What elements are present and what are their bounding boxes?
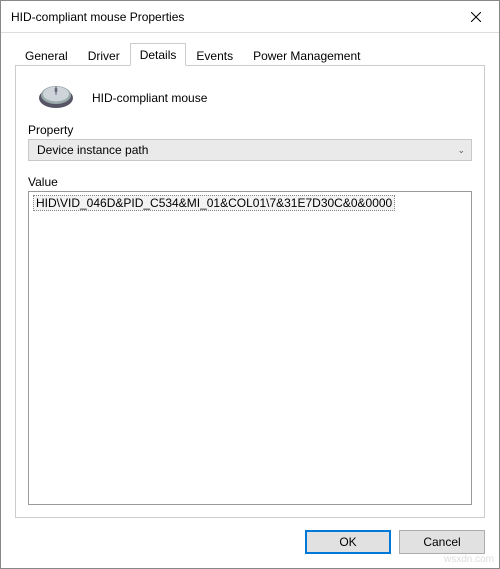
- cancel-button[interactable]: Cancel: [399, 530, 485, 554]
- property-label: Property: [28, 123, 472, 137]
- tab-details[interactable]: Details: [130, 43, 187, 66]
- titlebar: HID-compliant mouse Properties: [1, 1, 499, 33]
- device-header: HID-compliant mouse: [28, 80, 472, 123]
- tab-general[interactable]: General: [15, 45, 78, 66]
- value-label: Value: [28, 175, 472, 189]
- property-selected: Device instance path: [37, 143, 148, 157]
- value-listbox[interactable]: HID\VID_046D&PID_C534&MI_01&COL01\7&31E7…: [28, 191, 472, 505]
- window-title: HID-compliant mouse Properties: [1, 10, 184, 24]
- dialog-buttons: OK Cancel: [1, 518, 499, 568]
- ok-button[interactable]: OK: [305, 530, 391, 554]
- properties-window: HID-compliant mouse Properties General D…: [0, 0, 500, 569]
- content-area: General Driver Details Events Power Mana…: [1, 33, 499, 518]
- close-icon: [471, 12, 481, 22]
- close-button[interactable]: [453, 1, 499, 33]
- tab-driver[interactable]: Driver: [78, 45, 130, 66]
- value-item[interactable]: HID\VID_046D&PID_C534&MI_01&COL01\7&31E7…: [33, 195, 395, 211]
- tab-events[interactable]: Events: [186, 45, 243, 66]
- tab-body: HID-compliant mouse Property Device inst…: [15, 66, 485, 518]
- tab-strip: General Driver Details Events Power Mana…: [15, 43, 485, 66]
- device-name: HID-compliant mouse: [92, 91, 207, 105]
- tab-power-management[interactable]: Power Management: [243, 45, 370, 66]
- property-dropdown[interactable]: Device instance path ⌄: [28, 139, 472, 161]
- chevron-down-icon: ⌄: [457, 145, 465, 156]
- mouse-icon: [36, 82, 76, 113]
